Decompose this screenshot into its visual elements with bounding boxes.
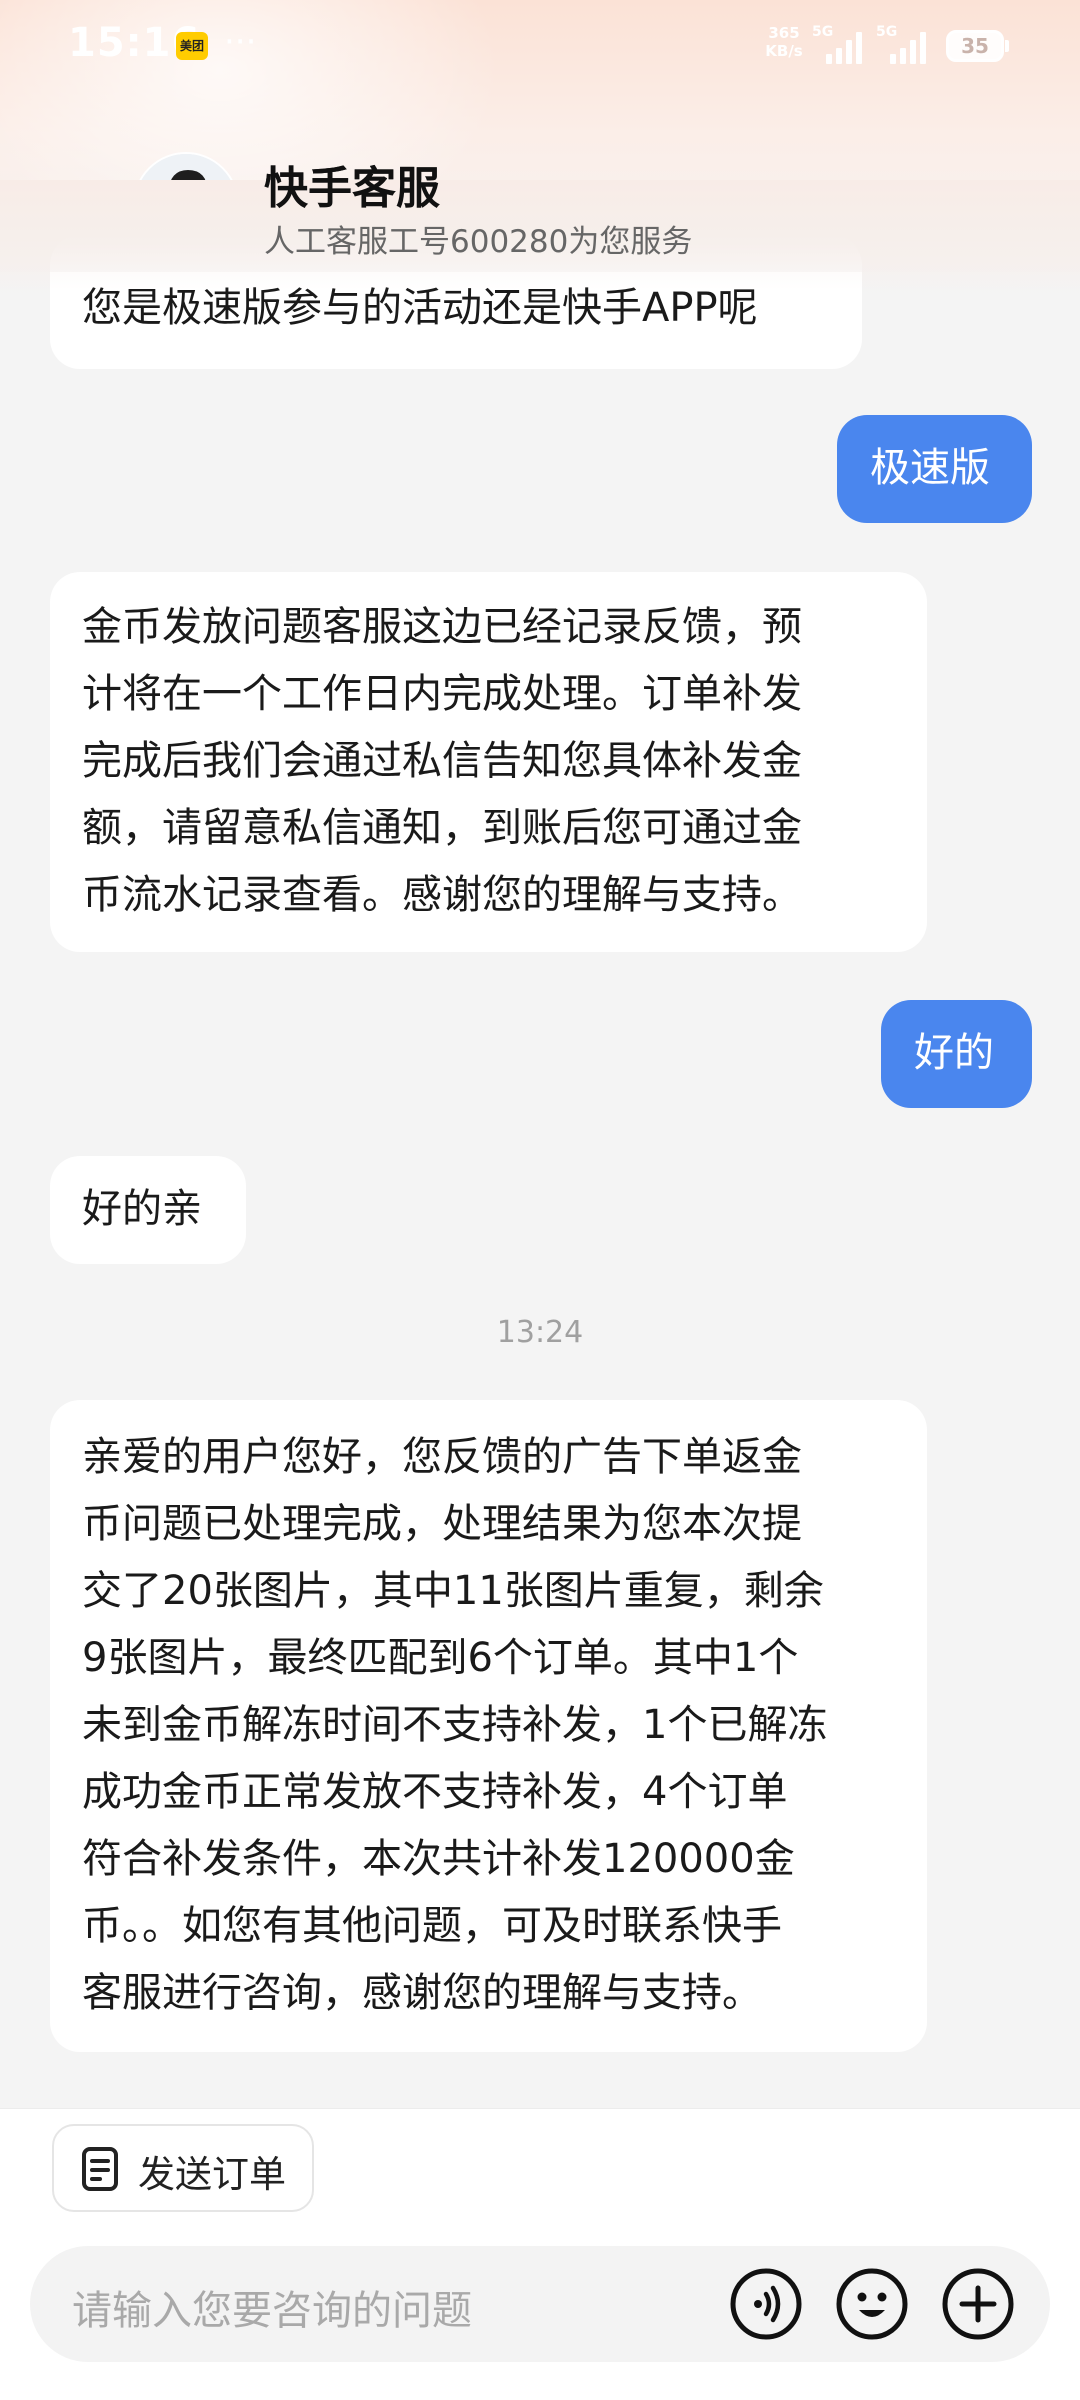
network-speed-value: 365 [768,24,800,42]
message-text: 极速版 [870,445,990,491]
order-document-icon [82,2147,118,2191]
chat-title-overlay: 快手客服 [264,163,440,214]
message-bubble-agent[interactable]: 好的亲 [50,1156,246,1264]
message-text: 金币发放问题客服这边已经记录反馈，预 计将在一个工作日内完成处理。订单补发 完成… [82,604,802,918]
chat-subtitle-overlay: 人工客服工号600280为您服务 [264,224,693,260]
signal-strength-icon-2: 5G [876,24,936,64]
message-text: 您是极速版参与的活动还是快手APP呢 [82,285,758,331]
voice-wave-icon [730,2268,802,2340]
meituan-notification-icon: 美团 [176,32,208,60]
message-bubble-agent[interactable]: 亲爱的用户您好，您反馈的广告下单返金 币问题已处理完成，处理结果为您本次提 交了… [50,1400,927,2052]
message-timestamp: 13:24 [496,1315,584,1350]
battery-tip [1005,40,1009,52]
message-text: 亲爱的用户您好，您反馈的广告下单返金 币问题已处理完成，处理结果为您本次提 交了… [82,1434,828,2016]
battery-icon: 35 [946,30,1004,62]
chat-screen: 15:16 美团 ··· 365 KB/s 5G 5G 35 您是极速版参与的活… [0,0,1080,2400]
smiley-face-icon [836,2268,908,2340]
more-actions-button[interactable] [940,2266,1016,2342]
message-bubble-agent[interactable]: 金币发放问题客服这边已经记录反馈，预 计将在一个工作日内完成处理。订单补发 完成… [50,572,927,952]
signal-type-label: 5G [812,24,834,40]
status-bar: 15:16 美团 ··· 365 KB/s 5G 5G 35 [0,0,1080,92]
voice-input-button[interactable] [728,2266,804,2342]
emoji-button[interactable] [834,2266,910,2342]
message-text: 好的 [914,1030,994,1076]
network-speed: 365 KB/s [762,24,806,60]
signal-strength-icon: 5G [812,24,864,64]
signal-type-label-2: 5G [876,24,898,40]
input-placeholder: 请输入您要咨询的问题 [72,2288,472,2334]
more-notifications-icon: ··· [224,22,257,62]
send-order-label: 发送订单 [138,2153,286,2196]
message-text: 好的亲 [82,1186,202,1232]
network-speed-unit: KB/s [765,42,803,60]
message-bubble-user[interactable]: 极速版 [837,415,1032,523]
send-order-button[interactable]: 发送订单 [52,2124,314,2212]
plus-icon [942,2268,1014,2340]
message-bubble-user[interactable]: 好的 [881,1000,1032,1108]
